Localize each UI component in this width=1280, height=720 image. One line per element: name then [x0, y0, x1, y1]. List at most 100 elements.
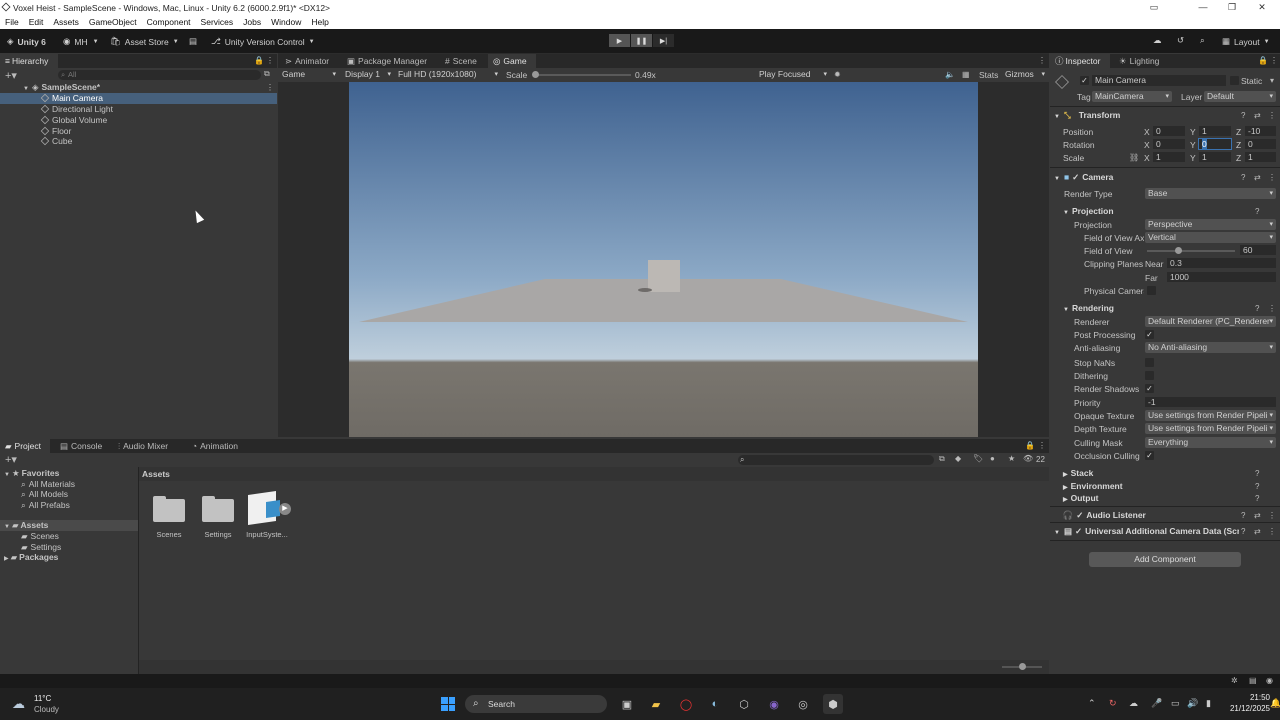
more-icon[interactable]: ⋮ [1038, 56, 1046, 65]
search-by-type-icon[interactable]: ⧉ [939, 454, 945, 464]
rotation-z-field[interactable]: 0 [1245, 139, 1276, 149]
taskbar-search[interactable]: ⌕ Search [465, 695, 607, 713]
rendering-section-header[interactable]: ▼ Rendering [1063, 301, 1114, 315]
stack-section-header[interactable]: ▶ Stack [1063, 466, 1093, 480]
add-icon[interactable]: +▾ [5, 453, 17, 466]
breadcrumb-assets[interactable]: Assets [142, 469, 170, 479]
depth-texture-dropdown[interactable]: Use settings from Render Pipeli [1145, 423, 1276, 434]
help-icon[interactable]: ? [1255, 304, 1259, 313]
hierarchy-item-floor[interactable]: Floor [40, 126, 71, 136]
scale-y-field[interactable]: 1 [1199, 152, 1231, 162]
pause-button[interactable]: ❚❚ [631, 34, 652, 47]
search-by-label-icon[interactable]: ◆ [955, 454, 961, 463]
debug-icon[interactable]: ◉ [1266, 676, 1273, 685]
occlusion-culling-checkbox[interactable]: ✓ [1145, 451, 1154, 460]
unity-account-button[interactable]: ◈ Unity 6 [7, 36, 46, 47]
component-menu-icon[interactable]: ⋮ [1268, 527, 1276, 536]
near-field[interactable]: 0.3 [1167, 258, 1276, 268]
fov-slider-thumb[interactable] [1175, 247, 1182, 254]
help-icon[interactable]: ? [1255, 469, 1259, 478]
tab-package-manager[interactable]: ▣ Package Manager [342, 54, 432, 68]
menu-edit[interactable]: Edit [29, 17, 44, 27]
help-icon[interactable]: ? [1255, 207, 1259, 216]
hierarchy-item-global-volume[interactable]: Global Volume [40, 115, 107, 125]
lock-icon[interactable]: 🔒 [254, 56, 264, 65]
version-control-dropdown[interactable]: ⎇ Unity Version Control ▼ [211, 36, 315, 47]
unity-hub-icon[interactable]: ⬡ [734, 694, 754, 714]
scale-z-field[interactable]: 1 [1245, 152, 1276, 162]
maximize-button[interactable]: ❐ [1218, 0, 1246, 15]
camera-header[interactable]: ▼ ■ ✓ Camera [1054, 170, 1280, 184]
object-name-field[interactable]: Main Camera [1092, 75, 1226, 86]
far-field[interactable]: 1000 [1167, 272, 1276, 282]
preset-icon[interactable]: ⇄ [1254, 111, 1261, 120]
history-icon[interactable]: ↺ [1177, 35, 1184, 46]
minimize-button[interactable]: — [1189, 0, 1217, 15]
menu-component[interactable]: Component [147, 17, 191, 27]
windows-start-icon[interactable] [438, 694, 458, 714]
tab-audio-mixer[interactable]: ⫶ Audio Mixer [113, 439, 173, 453]
rotation-x-field[interactable]: 0 [1153, 139, 1185, 149]
tab-console[interactable]: ▤ Console [55, 439, 107, 453]
hierarchy-item-main-camera[interactable]: Main Camera [0, 93, 277, 104]
collapse-icon[interactable]: ▭ [1140, 0, 1168, 15]
transform-header[interactable]: ▼ ⤡ Transform [1054, 108, 1280, 122]
fov-field[interactable]: 60 [1240, 245, 1276, 255]
star-icon[interactable]: ★ [1008, 454, 1015, 463]
progress-icon[interactable]: ✲ [1231, 676, 1238, 685]
projection-section-header[interactable]: ▼ Projection [1063, 204, 1114, 218]
favorite-all-prefabs[interactable]: ⌕ All Prefabs [21, 500, 70, 510]
menu-file[interactable]: File [5, 17, 19, 27]
scene-root[interactable]: ▼ ◈ SampleScene* [23, 82, 277, 92]
tab-lighting[interactable]: ☀ Lighting [1114, 54, 1164, 68]
task-view-icon[interactable]: ▣ [617, 694, 637, 714]
monitor-icon[interactable]: ▭ [1171, 698, 1180, 709]
more-icon[interactable]: ⋮ [266, 56, 274, 65]
anti-aliasing-dropdown[interactable]: No Anti-aliasing [1145, 342, 1276, 353]
volume-icon[interactable]: 🔊 [1187, 698, 1198, 709]
hierarchy-search-input[interactable]: ⌕ All [58, 70, 261, 80]
step-button[interactable]: ▶| [653, 34, 674, 47]
steam-icon[interactable]: ◐ [705, 694, 725, 714]
help-icon[interactable]: ? [1241, 511, 1245, 520]
post-processing-checkbox[interactable]: ✓ [1145, 330, 1154, 339]
game-viewport[interactable] [349, 82, 978, 437]
preset-icon[interactable]: ⇄ [1254, 527, 1261, 536]
sync-icon[interactable]: ↻ [1109, 698, 1117, 709]
position-z-field[interactable]: -10 [1245, 126, 1276, 136]
cloud-icon[interactable]: ☁ [1153, 35, 1162, 46]
position-x-field[interactable]: 0 [1153, 126, 1185, 136]
help-icon[interactable]: ? [1255, 494, 1259, 503]
enabled-check-icon[interactable]: ✓ [1072, 172, 1079, 182]
more-icon[interactable]: ⋮ [1270, 56, 1278, 65]
static-checkbox[interactable] [1230, 76, 1239, 85]
gizmos-dropdown[interactable]: Gizmos [1002, 69, 1048, 80]
opaque-texture-dropdown[interactable]: Use settings from Render Pipeli [1145, 410, 1276, 421]
github-icon[interactable]: ◎ [793, 694, 813, 714]
notification-bell-icon[interactable]: 🔔 [1270, 698, 1280, 709]
tab-inspector[interactable]: ⓘ Inspector [1050, 54, 1110, 68]
settings-icon[interactable]: ▤ [1249, 676, 1257, 685]
project-search-input[interactable]: ⌕ [738, 455, 934, 465]
tab-animator[interactable]: ⋗ Animator [280, 54, 334, 68]
asset-store-dropdown[interactable]: 🛍 Asset Store ▼ [110, 36, 179, 47]
favorites-header[interactable]: ▼ ★ Favorites [4, 468, 59, 478]
account-dropdown[interactable]: ◉ MH ▼ [63, 36, 99, 47]
eye-icon[interactable]: 👁 [1023, 454, 1033, 463]
asset-folder-scenes[interactable] [153, 496, 185, 522]
menu-assets[interactable]: Assets [53, 17, 79, 27]
static-dropdown-icon[interactable]: ▾ [1270, 76, 1274, 85]
packages-folder[interactable]: ▶ ▰ Packages [4, 552, 58, 562]
discord-icon[interactable]: ◉ [764, 694, 784, 714]
layer-dropdown[interactable]: Default [1204, 91, 1276, 102]
icon-size-slider[interactable] [1002, 663, 1042, 670]
help-icon[interactable]: ? [1241, 173, 1245, 182]
output-section-header[interactable]: ▶ Output [1063, 491, 1098, 505]
favorite-all-models[interactable]: ⌕ All Models [21, 489, 68, 499]
menu-help[interactable]: Help [311, 17, 328, 27]
preset-icon[interactable]: ⇄ [1254, 511, 1261, 520]
assets-folder-scenes[interactable]: ▰ Scenes [21, 531, 59, 541]
scale-slider-thumb[interactable] [532, 71, 539, 78]
weather-temp[interactable]: 11°C [34, 694, 51, 703]
rotation-y-field[interactable]: 0 [1198, 138, 1232, 150]
